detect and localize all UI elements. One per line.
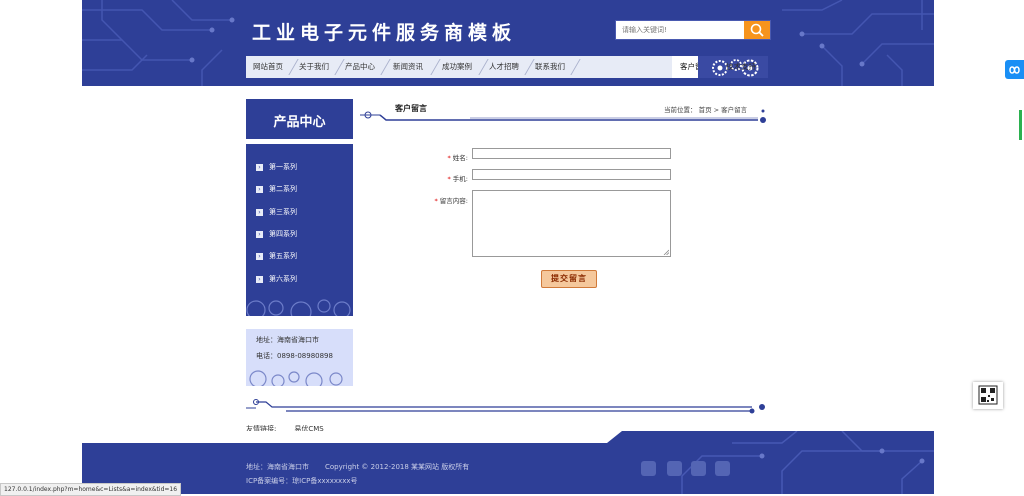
qr-code-icon (978, 385, 998, 405)
sidebar-item-4[interactable]: › 第四系列 (256, 228, 297, 240)
nav-item-news[interactable]: 新闻资讯 (384, 56, 432, 78)
nav-item-contact[interactable]: 联系我们 (528, 56, 572, 78)
submit-button[interactable]: 提交留言 (541, 270, 597, 288)
sidebar-item-label: 第六系列 (269, 275, 297, 283)
sidebar-title-box: 产品中心 (246, 99, 353, 141)
nav-item-jobs[interactable]: 人才招聘 (482, 56, 526, 78)
contact-phone: 电话：0898-08980898 (256, 352, 333, 360)
sidebar-item-label: 第四系列 (269, 230, 297, 238)
sidebar-item-label: 第二系列 (269, 185, 297, 193)
bottom-divider-decoration (246, 399, 765, 414)
nav-item-label: 网站首页 (253, 62, 283, 71)
sidebar-item-3[interactable]: › 第三系列 (256, 206, 297, 218)
sidebar-gear-decoration (246, 299, 351, 316)
nav-item-home[interactable]: 网站首页 (246, 56, 290, 78)
chevron-right-icon: › (256, 230, 263, 238)
name-label: * 姓名: (447, 154, 468, 162)
phone-input[interactable] (472, 169, 671, 180)
contact-box: 地址：海南省海口市 电话：0898-08980898 (246, 329, 353, 386)
search-input[interactable] (616, 21, 750, 39)
footer-circuit-pattern (82, 431, 934, 494)
sidebar-menu: › 第一系列 › 第二系列 › 第三系列 › 第四系列 › 第五系列 › 第六系列 (246, 144, 353, 316)
chevron-right-icon: › (256, 275, 263, 283)
nav-item-label: 联系我们 (535, 62, 565, 71)
nav-item-products[interactable]: 产品中心 (338, 56, 382, 78)
search-box (615, 20, 771, 40)
weibo-icon[interactable] (641, 461, 656, 476)
message-label: * 留言内容: (434, 197, 468, 205)
status-bar-url: 127.0.0.1/index.php?m=home&c=Lists&a=ind… (0, 483, 182, 496)
title-underline-decoration (360, 109, 766, 123)
contact-gear-decoration (249, 370, 343, 386)
chevron-right-icon: › (256, 252, 263, 260)
nav-item-label: 关于我们 (299, 62, 329, 71)
wechat-icon[interactable] (667, 461, 682, 476)
baidu-icon[interactable] (715, 461, 730, 476)
footer-copyright: Copyright © 2012-2018 某某网站 版权所有 (325, 463, 470, 471)
footer: 地址：海南省海口市 Copyright © 2012-2018 某某网站 版权所… (82, 431, 934, 494)
floating-share-button[interactable] (1005, 60, 1024, 79)
sidebar-title: 产品中心 (273, 115, 326, 130)
sidebar-item-2[interactable]: › 第二系列 (256, 183, 297, 195)
sidebar-item-label: 第一系列 (269, 163, 297, 171)
message-textarea[interactable] (472, 190, 671, 257)
nav-item-label: 新闻资讯 (393, 62, 423, 71)
name-input[interactable] (472, 148, 671, 159)
qq-icon[interactable] (691, 461, 706, 476)
nav-item-label: 产品中心 (345, 62, 375, 71)
resize-handle-icon[interactable] (663, 249, 669, 255)
chevron-right-icon: › (256, 163, 263, 171)
chevron-right-icon: › (256, 185, 263, 193)
chevron-right-icon: › (256, 208, 263, 216)
phone-label: * 手机: (447, 175, 468, 183)
site-title: 工业电子元件服务商模板 (252, 22, 517, 44)
contact-address: 地址：海南省海口市 (256, 336, 319, 344)
sidebar-item-label: 第五系列 (269, 252, 297, 260)
sidebar-item-5[interactable]: › 第五系列 (256, 250, 297, 262)
nav-item-about[interactable]: 关于我们 (292, 56, 336, 78)
infinity-icon (1009, 66, 1020, 74)
footer-address: 地址：海南省海口市 (246, 463, 309, 471)
nav-item-support[interactable]: 技术支持 (720, 56, 762, 78)
nav-item-label: 成功案例 (442, 62, 472, 71)
scrollbar-thumb[interactable] (1019, 110, 1022, 140)
nav-item-label: 人才招聘 (489, 62, 519, 71)
footer-icp: ICP备案编号：琼ICP备xxxxxxxx号 (246, 477, 358, 485)
main-nav: 网站首页 关于我们 产品中心 新闻资讯 成功案例 人才招聘 联系我们 客户留言 (246, 56, 768, 78)
search-button[interactable] (744, 21, 770, 39)
qr-code (973, 382, 1003, 409)
nav-item-cases[interactable]: 成功案例 (434, 56, 480, 78)
search-icon (750, 23, 764, 37)
header-banner: 工业电子元件服务商模板 网站首页 关于我们 产品中心 新闻资讯 成功案例 人才招… (82, 0, 934, 86)
sidebar-item-1[interactable]: › 第一系列 (256, 161, 297, 173)
sidebar-item-label: 第三系列 (269, 208, 297, 216)
sidebar-item-6[interactable]: › 第六系列 (256, 273, 297, 285)
